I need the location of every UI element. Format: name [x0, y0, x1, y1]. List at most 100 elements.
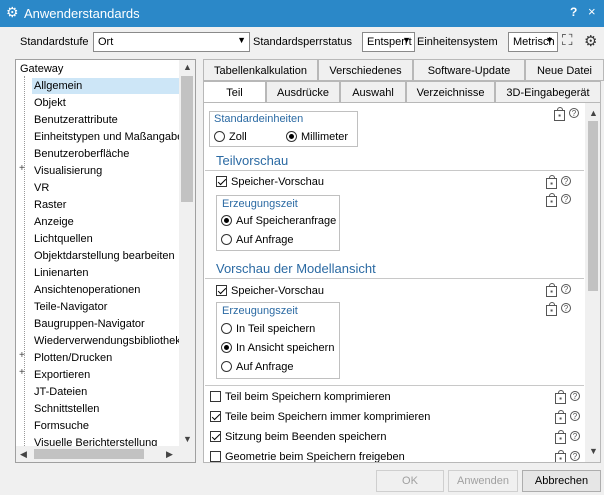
checkbox-box	[216, 285, 227, 296]
radio-on-save-request[interactable]: Auf Speicheranfrage	[221, 213, 336, 229]
lock-icon[interactable]: ▪	[555, 390, 566, 404]
tree-item[interactable]: Benutzeroberfläche	[32, 146, 129, 162]
model-preview-checkbox[interactable]: Speicher-Vorschau	[216, 283, 324, 299]
ok-button[interactable]: OK	[376, 470, 444, 492]
radio-on-request[interactable]: Auf Anfrage	[221, 232, 294, 248]
tree-expand-icon[interactable]: +	[19, 350, 25, 361]
help-icon[interactable]: ?	[561, 303, 571, 313]
tree-item[interactable]: Wiederverwendungsbibliothek	[32, 333, 181, 349]
tab-row2-item[interactable]: Auswahl	[340, 81, 406, 103]
tree-item[interactable]: Gateway	[18, 61, 63, 77]
close-button[interactable]: ×	[588, 4, 596, 19]
help-icon[interactable]: ?	[569, 108, 579, 118]
settings-panel: ▲ ▼ Standardeinheiten Zoll Millimeter ▪ …	[203, 102, 601, 463]
tree-item[interactable]: Einheitstypen und Maßangaber	[32, 129, 187, 145]
level-value: Ort	[98, 36, 114, 48]
tree-item[interactable]: Lichtquellen	[32, 231, 93, 247]
tree-item[interactable]: Benutzerattribute	[32, 112, 118, 128]
tab-row2-item[interactable]: Ausdrücke	[266, 81, 340, 103]
checkbox-box	[210, 391, 221, 402]
tab-row2-item[interactable]: 3D-Eingabegerät	[495, 81, 601, 103]
level-combo[interactable]: Ort ▼	[93, 32, 250, 52]
tab-row1-item[interactable]: Verschiedenes	[318, 59, 413, 81]
help-icon[interactable]: ?	[561, 194, 571, 204]
tree-item[interactable]: Visualisierung	[32, 163, 102, 179]
scroll-left-icon[interactable]: ◀	[20, 449, 27, 460]
lock-icon[interactable]: ▪	[555, 430, 566, 444]
radio-circle	[214, 131, 225, 142]
radio-model-on-request[interactable]: Auf Anfrage	[221, 359, 294, 375]
tree-item[interactable]: JT-Dateien	[32, 384, 87, 400]
part-preview-label: Speicher-Vorschau	[231, 176, 324, 188]
tree-item[interactable]: Objektdarstellung bearbeiten	[32, 248, 175, 264]
tree-item[interactable]: Raster	[32, 197, 66, 213]
panel-vertical-scroll-thumb[interactable]	[588, 121, 598, 291]
tree-item[interactable]: Exportieren	[32, 367, 90, 383]
toolbar: Standardstufe Ort ▼ Standardsperrstatus …	[0, 27, 604, 59]
lock-icon[interactable]: ▪	[555, 450, 566, 462]
help-icon[interactable]: ?	[570, 411, 580, 421]
scroll-down-icon[interactable]: ▼	[183, 434, 192, 444]
option-checkbox[interactable]: Teil beim Speichern komprimieren	[210, 389, 391, 405]
tree-item[interactable]: Formsuche	[32, 418, 89, 434]
option-checkbox[interactable]: Teile beim Speichern immer komprimieren	[210, 409, 430, 425]
apply-button[interactable]: Anwenden	[448, 470, 518, 492]
radio-save-in-view[interactable]: In Ansicht speichern	[221, 340, 334, 356]
tab-row2-item[interactable]: Teil	[203, 81, 266, 103]
tree-item[interactable]: VR	[32, 180, 49, 196]
lock-icon[interactable]: ▪	[555, 410, 566, 424]
scroll-up-icon[interactable]: ▲	[183, 62, 192, 72]
lock-status-combo[interactable]: Entsperrt ▼	[362, 32, 415, 52]
cancel-button[interactable]: Abbrechen	[522, 470, 601, 492]
tree-item[interactable]: Ansichtenoperationen	[32, 282, 140, 298]
find-icon[interactable]: ⛶	[562, 32, 573, 49]
option-checkbox[interactable]: Sitzung beim Beenden speichern	[210, 429, 386, 445]
help-icon[interactable]: ?	[570, 431, 580, 441]
tree-item[interactable]: Plotten/Drucken	[32, 350, 112, 366]
category-tree[interactable]: Gateway Allgemein Objekt Benutzerattribute E…	[15, 59, 196, 463]
units-combo[interactable]: Metrisch ▼	[508, 32, 558, 52]
lock-icon[interactable]: ▪	[546, 302, 557, 316]
tree-item[interactable]: Allgemein	[32, 78, 180, 94]
tab-row1-item[interactable]: Tabellenkalkulation	[203, 59, 318, 81]
scroll-down-icon[interactable]: ▼	[589, 446, 598, 456]
option-label: Sitzung beim Beenden speichern	[225, 431, 387, 443]
model-gen-title: Erzeugungszeit	[222, 305, 298, 317]
radio-inch[interactable]: Zoll	[214, 129, 247, 145]
help-icon[interactable]: ?	[570, 451, 580, 461]
tree-item[interactable]: Objekt	[32, 95, 66, 111]
lock-status-label: Standardsperrstatus	[253, 36, 353, 48]
option-label: Teile beim Speichern immer komprimieren	[225, 411, 431, 423]
scroll-right-icon[interactable]: ▶	[166, 449, 173, 460]
lock-icon[interactable]: ▪	[546, 193, 557, 207]
tab-row1-item[interactable]: Software-Update	[413, 59, 525, 81]
help-button[interactable]: ?	[570, 5, 577, 19]
help-icon[interactable]: ?	[561, 176, 571, 186]
settings-gear-icon[interactable]: ⚙	[584, 32, 597, 50]
lock-icon[interactable]: ▪	[546, 283, 557, 297]
tree-item[interactable]: Baugruppen-Navigator	[32, 316, 145, 332]
help-icon[interactable]: ?	[570, 391, 580, 401]
option-checkbox[interactable]: Geometrie beim Speichern freigeben	[210, 449, 405, 462]
part-gen-title: Erzeugungszeit	[222, 198, 298, 210]
radio-mm[interactable]: Millimeter	[286, 129, 348, 145]
tree-horizontal-scroll-thumb[interactable]	[34, 449, 144, 459]
tree-expand-icon[interactable]: +	[19, 163, 25, 174]
tree-expand-icon[interactable]: +	[19, 367, 25, 378]
radio-model-on-request-label: Auf Anfrage	[236, 361, 294, 373]
tree-item[interactable]: Linienarten	[32, 265, 88, 281]
radio-on-request-label: Auf Anfrage	[236, 234, 294, 246]
tree-vertical-scroll-thumb[interactable]	[181, 76, 193, 202]
lock-icon[interactable]: ▪	[546, 175, 557, 189]
tab-row2-item[interactable]: Verzeichnisse	[406, 81, 495, 103]
tab-row1-item[interactable]: Neue Datei	[525, 59, 604, 81]
help-icon[interactable]: ?	[561, 284, 571, 294]
tree-item[interactable]: Schnittstellen	[32, 401, 99, 417]
scroll-up-icon[interactable]: ▲	[589, 108, 598, 118]
lock-icon[interactable]: ▪	[554, 107, 565, 121]
tree-item[interactable]: Teile-Navigator	[32, 299, 107, 315]
window-title: Anwenderstandards	[24, 6, 140, 21]
part-preview-checkbox[interactable]: Speicher-Vorschau	[216, 174, 324, 190]
tree-item[interactable]: Anzeige	[32, 214, 74, 230]
radio-save-in-part[interactable]: In Teil speichern	[221, 321, 315, 337]
